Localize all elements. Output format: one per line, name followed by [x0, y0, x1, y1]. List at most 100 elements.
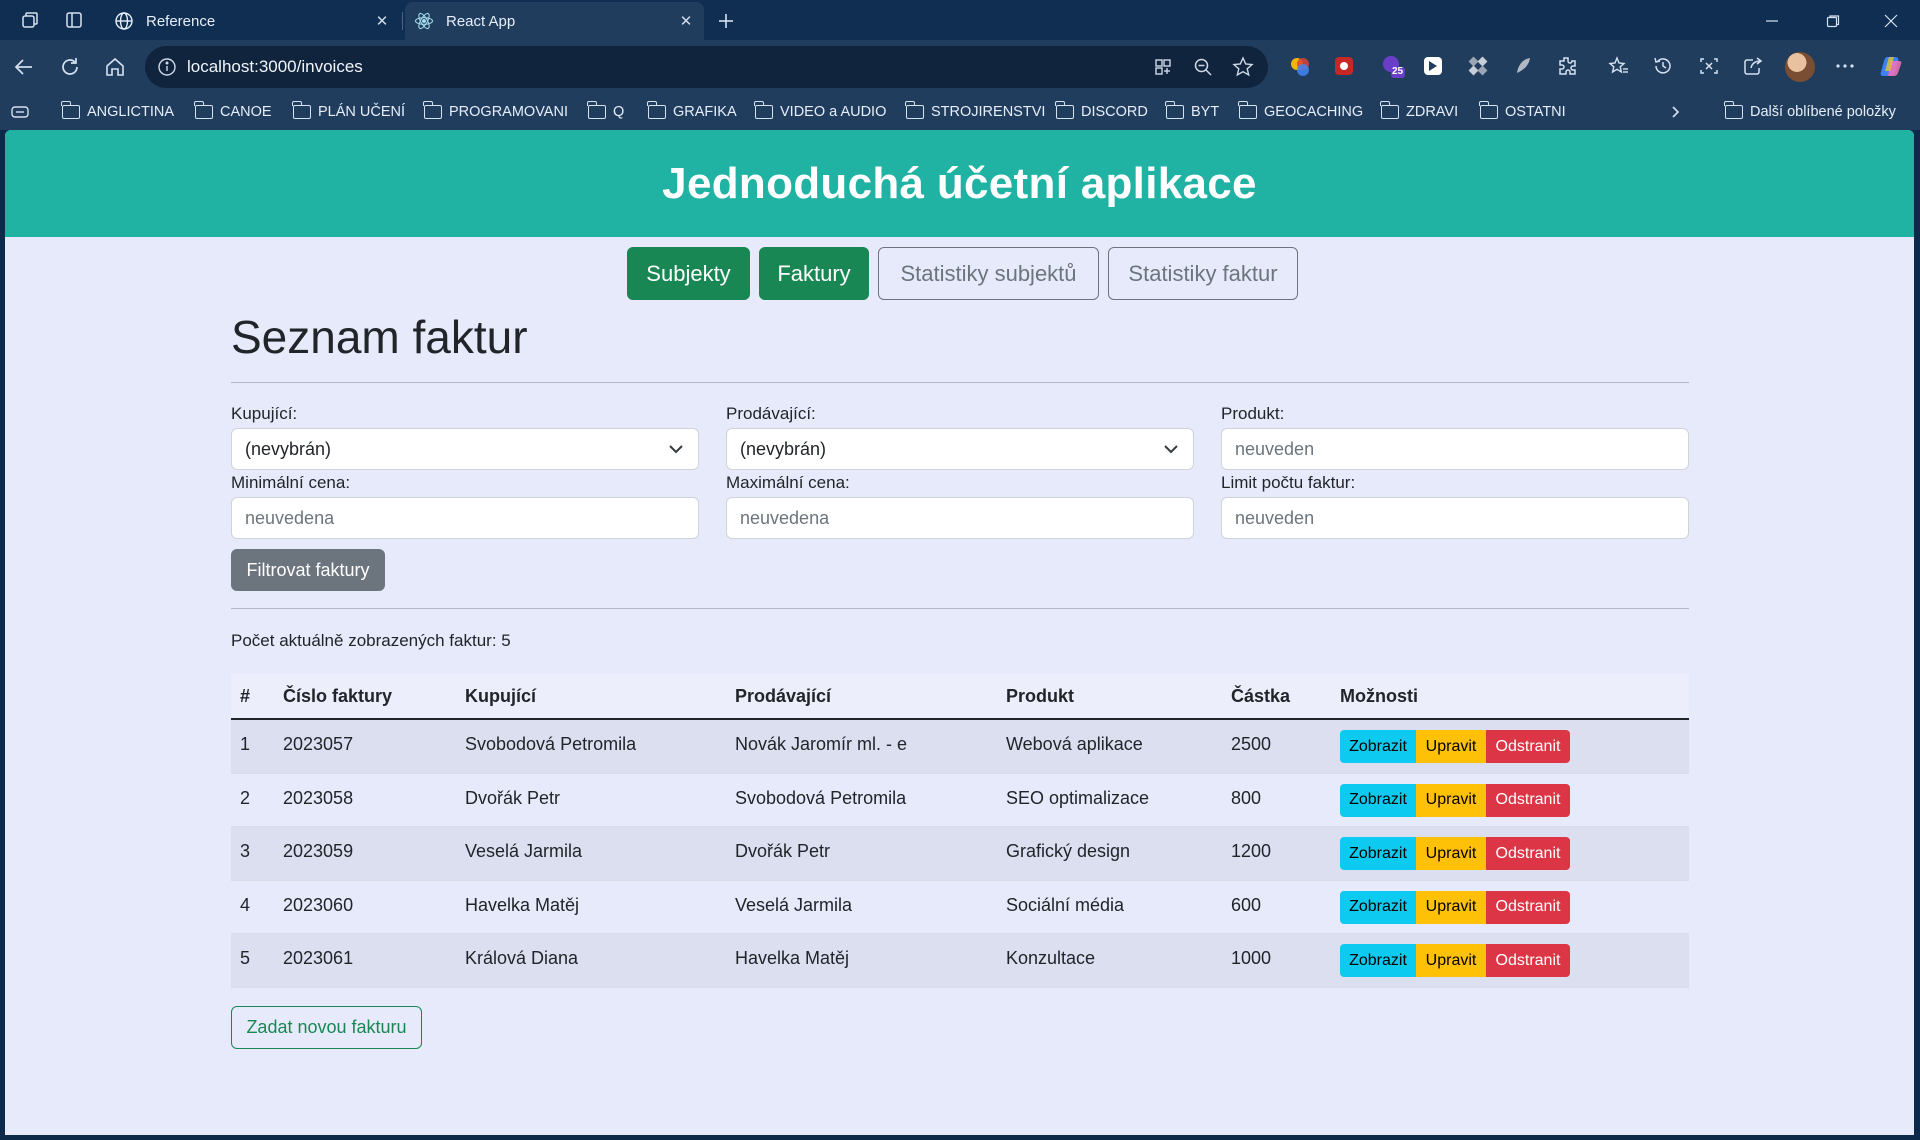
nav-button-subjects[interactable]: Subjekty	[627, 247, 750, 300]
nav-button-invoices[interactable]: Faktury	[759, 247, 869, 300]
bookmark-label: ZDRAVI	[1406, 104, 1459, 120]
other-bookmarks-folder[interactable]: Další oblíbené položky	[1724, 101, 1896, 123]
profile-avatar[interactable]	[1785, 52, 1815, 82]
seller-select[interactable]: (nevybrán)	[726, 428, 1194, 470]
pinwheel-extension-icon[interactable]	[1465, 53, 1491, 79]
bookmark-folder[interactable]: GRAFIKA	[647, 101, 737, 123]
more-options-icon[interactable]	[1832, 53, 1858, 79]
address-bar[interactable]: localhost:3000/invoices	[145, 46, 1268, 88]
close-icon[interactable]: ✕	[676, 11, 696, 31]
chevron-right-icon[interactable]	[1668, 101, 1682, 123]
delete-button[interactable]: Odstranit	[1486, 783, 1570, 817]
back-icon[interactable]	[10, 53, 38, 81]
minimize-icon[interactable]	[1752, 6, 1792, 36]
bookmark-folder[interactable]: GEOCACHING	[1238, 101, 1364, 123]
table-row: 4 2023060 Havelka Matěj Veselá Jarmila S…	[231, 880, 1689, 935]
edit-button[interactable]: Upravit	[1416, 730, 1486, 763]
edit-button[interactable]: Upravit	[1416, 783, 1486, 817]
new-invoice-button[interactable]: Zadat novou fakturu	[231, 1006, 422, 1049]
info-icon[interactable]	[157, 57, 177, 77]
new-tab-icon[interactable]	[713, 8, 739, 34]
refresh-icon[interactable]	[56, 53, 84, 81]
cell-index: 3	[240, 841, 251, 862]
limit-input[interactable]: neuveden	[1221, 497, 1689, 539]
column-header: #	[240, 685, 251, 706]
bookmark-label: PROGRAMOVANI	[449, 104, 568, 120]
cell-seller: Dvořák Petr	[735, 841, 831, 862]
delete-button[interactable]: Odstranit	[1486, 890, 1570, 924]
folder-icon	[423, 101, 442, 119]
min-price-input[interactable]: neuvedena	[231, 497, 699, 539]
delete-button[interactable]: Odstranit	[1486, 730, 1570, 763]
max-price-placeholder: neuvedena	[740, 507, 830, 528]
edit-button[interactable]: Upravit	[1416, 837, 1486, 871]
delete-button[interactable]: Odstranit	[1486, 837, 1570, 871]
row-actions: Zobrazit Upravit Odstranit	[1340, 783, 1570, 817]
folder-icon	[1479, 101, 1498, 119]
tab-react-app[interactable]: React App ✕	[405, 2, 704, 40]
bookmark-folder[interactable]: VIDEO a AUDIO	[754, 101, 886, 123]
bookmark-folder[interactable]: Q	[587, 101, 625, 123]
color-picker-extension-icon[interactable]	[1287, 53, 1313, 79]
adblock-extension-icon[interactable]	[1331, 53, 1357, 79]
share-icon[interactable]	[1740, 53, 1766, 79]
close-icon[interactable]: ✕	[372, 11, 392, 31]
restore-icon[interactable]	[1813, 6, 1853, 36]
favorite-star-icon[interactable]	[1232, 56, 1254, 78]
bookmark-folder[interactable]: ANGLICTINA	[61, 101, 174, 123]
bookmark-folder[interactable]: DISCORD	[1055, 101, 1148, 123]
show-button[interactable]: Zobrazit	[1340, 730, 1416, 763]
table-row: 5 2023061 Králová Diana Havelka Matěj Ko…	[231, 934, 1689, 988]
bookmark-label: GEOCACHING	[1264, 104, 1364, 120]
buyer-label: Kupující:	[231, 404, 298, 423]
bookmark-folder[interactable]: PROGRAMOVANI	[423, 101, 568, 123]
cell-amount: 600	[1231, 894, 1262, 915]
bookmark-extension-icon[interactable]	[1420, 53, 1446, 79]
bookmark-label: CANOE	[220, 104, 272, 120]
favorites-icon[interactable]	[1606, 53, 1632, 79]
buyer-select[interactable]: (nevybrán)	[231, 428, 699, 470]
screenshot-icon[interactable]	[1696, 53, 1722, 79]
app-title: Jednoduchá účetní aplikace	[662, 158, 1257, 208]
cell-index: 2	[240, 787, 251, 808]
product-input[interactable]: neuveden	[1221, 428, 1689, 470]
delete-button[interactable]: Odstranit	[1486, 944, 1570, 978]
cell-invoice-number: 2023059	[283, 841, 354, 862]
bookmark-folder[interactable]: PLÁN UČENÍ	[292, 101, 405, 123]
invoices-table: # Číslo faktury Kupující Prodávající Pro…	[231, 674, 1689, 988]
folder-icon	[1724, 101, 1743, 119]
bookmark-folder[interactable]: STROJIRENSTVI	[905, 101, 1045, 123]
collections-icon[interactable]	[10, 101, 30, 123]
folder-icon	[1238, 101, 1257, 119]
home-icon[interactable]	[101, 53, 129, 81]
extension-with-badge-icon[interactable]: 25	[1380, 53, 1406, 79]
close-window-icon[interactable]	[1871, 6, 1911, 36]
show-button[interactable]: Zobrazit	[1340, 783, 1416, 817]
extension-badge: 25	[1392, 66, 1404, 77]
extensions-icon[interactable]	[1554, 53, 1580, 79]
app-available-icon[interactable]	[1152, 56, 1174, 78]
bookmark-folder[interactable]: CANOE	[194, 101, 272, 123]
tab-reference[interactable]: Reference ✕	[105, 2, 400, 40]
cell-product: Webová aplikace	[1006, 734, 1143, 754]
bookmark-folder[interactable]: ZDRAVI	[1380, 101, 1459, 123]
bookmark-folder[interactable]: BYT	[1165, 101, 1219, 123]
filter-invoices-button[interactable]: Filtrovat faktury	[231, 549, 385, 591]
nav-button-subject-stats[interactable]: Statistiky subjektů	[878, 247, 1099, 300]
nav-button-invoice-stats[interactable]: Statistiky faktur	[1108, 247, 1298, 300]
copilot-icon[interactable]	[1879, 53, 1905, 79]
cell-amount: 800	[1231, 787, 1262, 808]
show-button[interactable]: Zobrazit	[1340, 837, 1416, 871]
feather-extension-icon[interactable]	[1510, 53, 1536, 79]
bookmark-folder[interactable]: OSTATNI	[1479, 101, 1566, 123]
show-button[interactable]: Zobrazit	[1340, 944, 1416, 978]
tab-actions-icon[interactable]	[62, 8, 86, 32]
zoom-icon[interactable]	[1192, 56, 1214, 78]
history-icon[interactable]	[1650, 53, 1676, 79]
edit-button[interactable]: Upravit	[1416, 944, 1486, 978]
workspaces-icon[interactable]	[18, 8, 42, 32]
max-price-input[interactable]: neuvedena	[726, 497, 1194, 539]
bookmark-label: Q	[613, 104, 625, 120]
show-button[interactable]: Zobrazit	[1340, 890, 1416, 924]
edit-button[interactable]: Upravit	[1416, 890, 1486, 924]
